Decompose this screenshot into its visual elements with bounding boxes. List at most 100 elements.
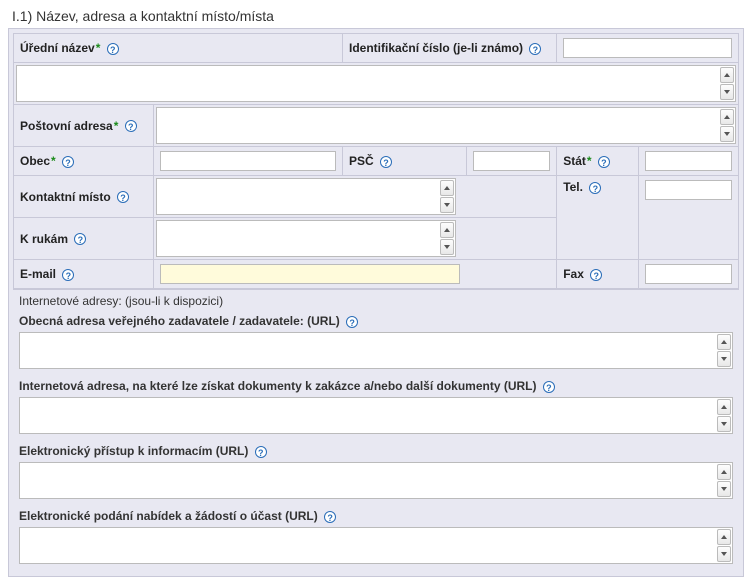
spinner-down-button[interactable] xyxy=(720,126,734,142)
spinner-down-button[interactable] xyxy=(717,546,731,562)
chevron-up-icon xyxy=(444,186,450,190)
spinner-down-button[interactable] xyxy=(440,239,454,255)
chevron-up-icon xyxy=(721,470,727,474)
spinner-down-button[interactable] xyxy=(717,481,731,497)
chevron-down-icon xyxy=(721,422,727,426)
spinner-up-button[interactable] xyxy=(717,399,731,415)
spinner-up-button[interactable] xyxy=(717,334,731,350)
label-email: E-mail xyxy=(20,267,56,281)
spinner-up-button[interactable] xyxy=(440,222,454,238)
url-block-electronic-access: Elektronický přístup k informacím (URL) … xyxy=(13,442,739,499)
url-documents-textarea[interactable] xyxy=(20,398,716,430)
url-block-documents: Internetová adresa, na které lze získat … xyxy=(13,377,739,434)
url-general-textarea[interactable] xyxy=(20,333,716,365)
required-mark: * xyxy=(587,154,592,168)
spinner-down-button[interactable] xyxy=(440,197,454,213)
chevron-up-icon xyxy=(724,115,730,119)
chevron-up-icon xyxy=(724,73,730,77)
spinner-down-button[interactable] xyxy=(717,416,731,432)
url-electronic-access-textarea-wrap xyxy=(19,462,733,499)
spinner-up-button[interactable] xyxy=(720,67,734,83)
help-icon[interactable]: ? xyxy=(62,156,74,168)
label-city: Obec xyxy=(20,154,50,168)
postal-address-textarea-wrap xyxy=(156,107,736,144)
chevron-down-icon xyxy=(444,245,450,249)
label-url-electronic-submission: Elektronické podání nabídek a žádostí o … xyxy=(19,509,318,523)
id-number-input[interactable] xyxy=(563,38,732,58)
state-input[interactable] xyxy=(645,151,732,171)
chevron-up-icon xyxy=(721,535,727,539)
help-icon[interactable]: ? xyxy=(324,511,336,523)
help-icon[interactable]: ? xyxy=(255,446,267,458)
textarea-spinner xyxy=(717,399,731,432)
label-id-number: Identifikační číslo (je-li známo) xyxy=(349,41,523,55)
official-name-textarea-wrap xyxy=(16,65,736,102)
textarea-spinner xyxy=(440,222,454,255)
label-url-documents: Internetová adresa, na které lze získat … xyxy=(19,379,537,393)
email-input[interactable] xyxy=(160,264,460,284)
label-attention: K rukám xyxy=(20,232,68,246)
chevron-down-icon xyxy=(724,90,730,94)
tel-input[interactable] xyxy=(645,180,732,200)
help-icon[interactable]: ? xyxy=(125,120,137,132)
textarea-spinner xyxy=(720,67,734,100)
chevron-up-icon xyxy=(721,405,727,409)
label-url-general: Obecná adresa veřejného zadavatele / zad… xyxy=(19,314,340,328)
contact-point-textarea-wrap xyxy=(156,178,456,215)
url-electronic-submission-textarea-wrap xyxy=(19,527,733,564)
chevron-down-icon xyxy=(721,487,727,491)
help-icon[interactable]: ? xyxy=(62,269,74,281)
contact-point-textarea[interactable] xyxy=(157,179,439,211)
textarea-spinner xyxy=(717,334,731,367)
spinner-up-button[interactable] xyxy=(720,109,734,125)
spinner-up-button[interactable] xyxy=(717,464,731,480)
help-icon[interactable]: ? xyxy=(117,191,129,203)
url-block-electronic-submission: Elektronické podání nabídek a žádostí o … xyxy=(13,507,739,564)
textarea-spinner xyxy=(720,109,734,142)
attention-textarea[interactable] xyxy=(157,221,439,253)
label-postal-code: PSČ xyxy=(349,154,374,168)
form-table: Úřední název* ? Identifikační číslo (je-… xyxy=(13,33,739,289)
chevron-down-icon xyxy=(721,552,727,556)
textarea-spinner xyxy=(717,529,731,562)
url-electronic-access-textarea[interactable] xyxy=(20,463,716,495)
label-tel: Tel. xyxy=(563,180,583,194)
chevron-up-icon xyxy=(444,228,450,232)
help-icon[interactable]: ? xyxy=(107,43,119,55)
postal-code-input[interactable] xyxy=(473,151,550,171)
label-state: Stát xyxy=(563,154,586,168)
label-official-name: Úřední název xyxy=(20,41,95,55)
help-icon[interactable]: ? xyxy=(590,269,602,281)
spinner-up-button[interactable] xyxy=(440,180,454,196)
official-name-textarea[interactable] xyxy=(17,66,719,98)
url-electronic-submission-textarea[interactable] xyxy=(20,528,716,560)
required-mark: * xyxy=(96,41,101,55)
help-icon[interactable]: ? xyxy=(543,381,555,393)
spinner-down-button[interactable] xyxy=(717,351,731,367)
form-panel: Úřední název* ? Identifikační číslo (je-… xyxy=(8,28,744,577)
help-icon[interactable]: ? xyxy=(589,182,601,194)
label-url-electronic-access: Elektronický přístup k informacím (URL) xyxy=(19,444,248,458)
section-title: I.1) Název, adresa a kontaktní místo/mís… xyxy=(12,8,744,24)
help-icon[interactable]: ? xyxy=(380,156,392,168)
spinner-down-button[interactable] xyxy=(720,84,734,100)
chevron-down-icon xyxy=(444,203,450,207)
chevron-up-icon xyxy=(721,340,727,344)
required-mark: * xyxy=(51,154,56,168)
label-contact-point: Kontaktní místo xyxy=(20,190,111,204)
textarea-spinner xyxy=(717,464,731,497)
spinner-up-button[interactable] xyxy=(717,529,731,545)
internet-heading: Internetové adresy: (jsou-li k dispozici… xyxy=(13,289,739,312)
city-input[interactable] xyxy=(160,151,336,171)
textarea-spinner xyxy=(440,180,454,213)
chevron-down-icon xyxy=(721,357,727,361)
postal-address-textarea[interactable] xyxy=(157,108,719,140)
label-fax: Fax xyxy=(563,267,584,281)
help-icon[interactable]: ? xyxy=(598,156,610,168)
help-icon[interactable]: ? xyxy=(346,316,358,328)
url-documents-textarea-wrap xyxy=(19,397,733,434)
chevron-down-icon xyxy=(724,132,730,136)
help-icon[interactable]: ? xyxy=(529,43,541,55)
fax-input[interactable] xyxy=(645,264,732,284)
help-icon[interactable]: ? xyxy=(74,233,86,245)
